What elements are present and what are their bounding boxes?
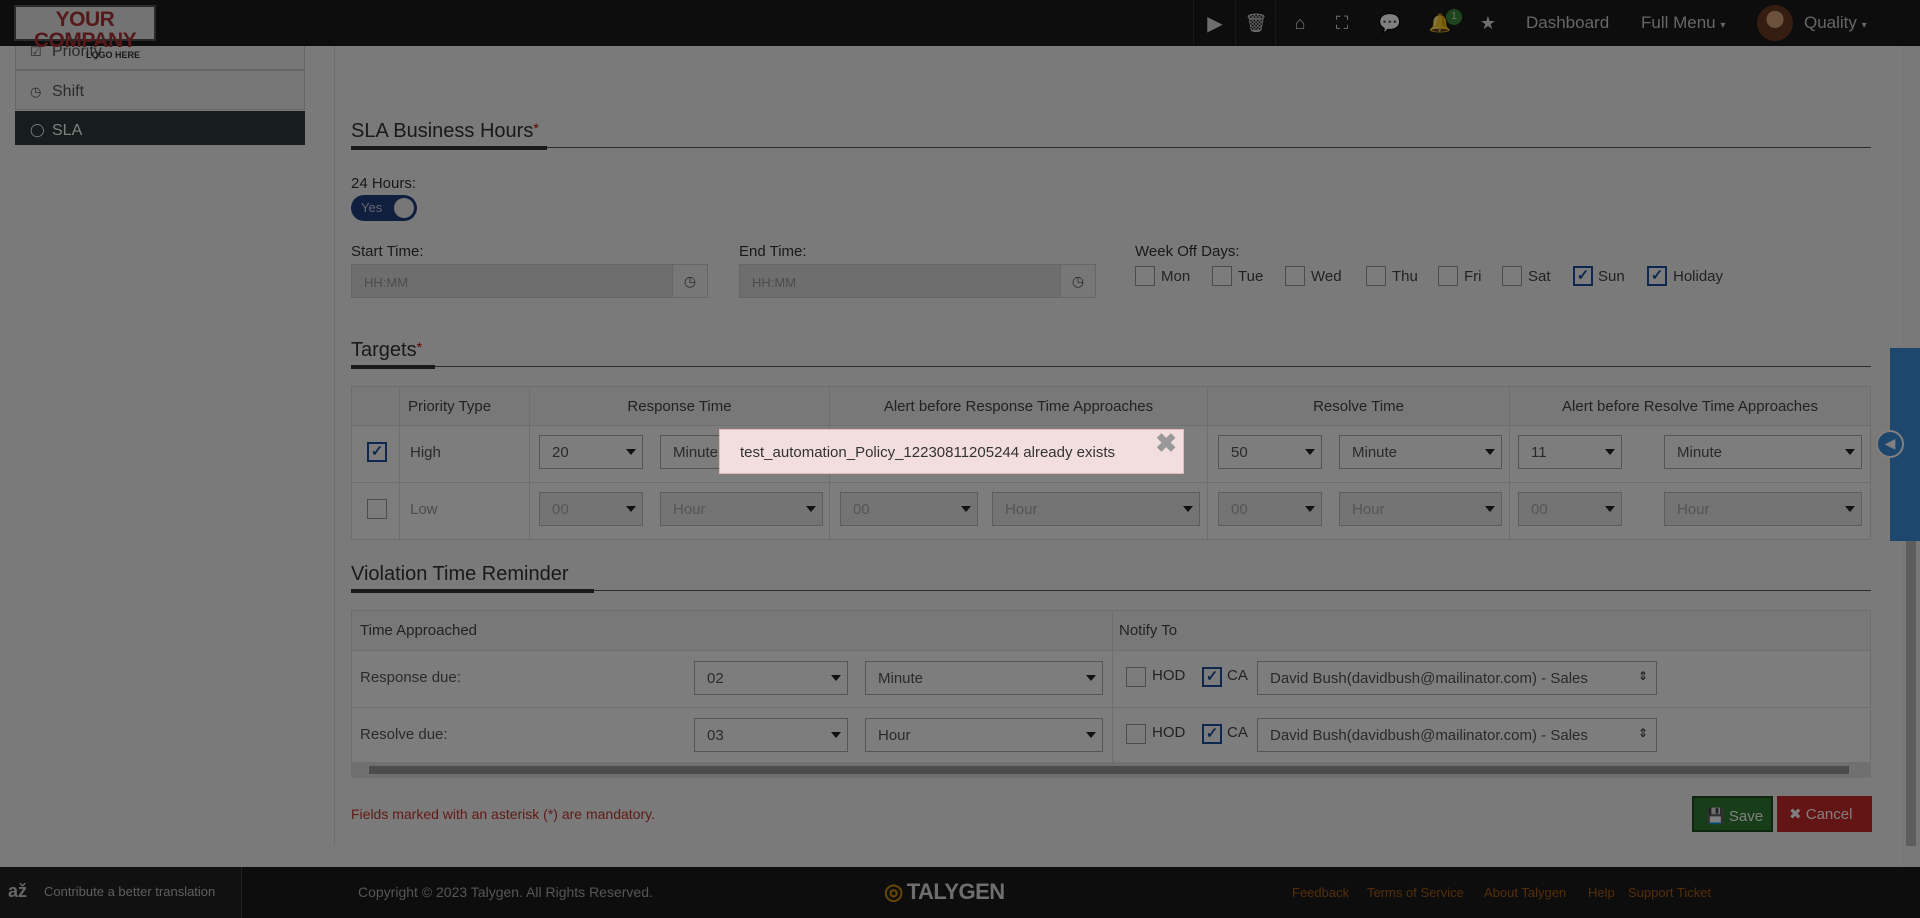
error-toast: test_automation_Policy_12230811205244 al… bbox=[719, 428, 1184, 474]
toast-message: test_automation_Policy_12230811205244 al… bbox=[740, 444, 1115, 461]
close-icon[interactable]: ✖ bbox=[1155, 428, 1177, 459]
